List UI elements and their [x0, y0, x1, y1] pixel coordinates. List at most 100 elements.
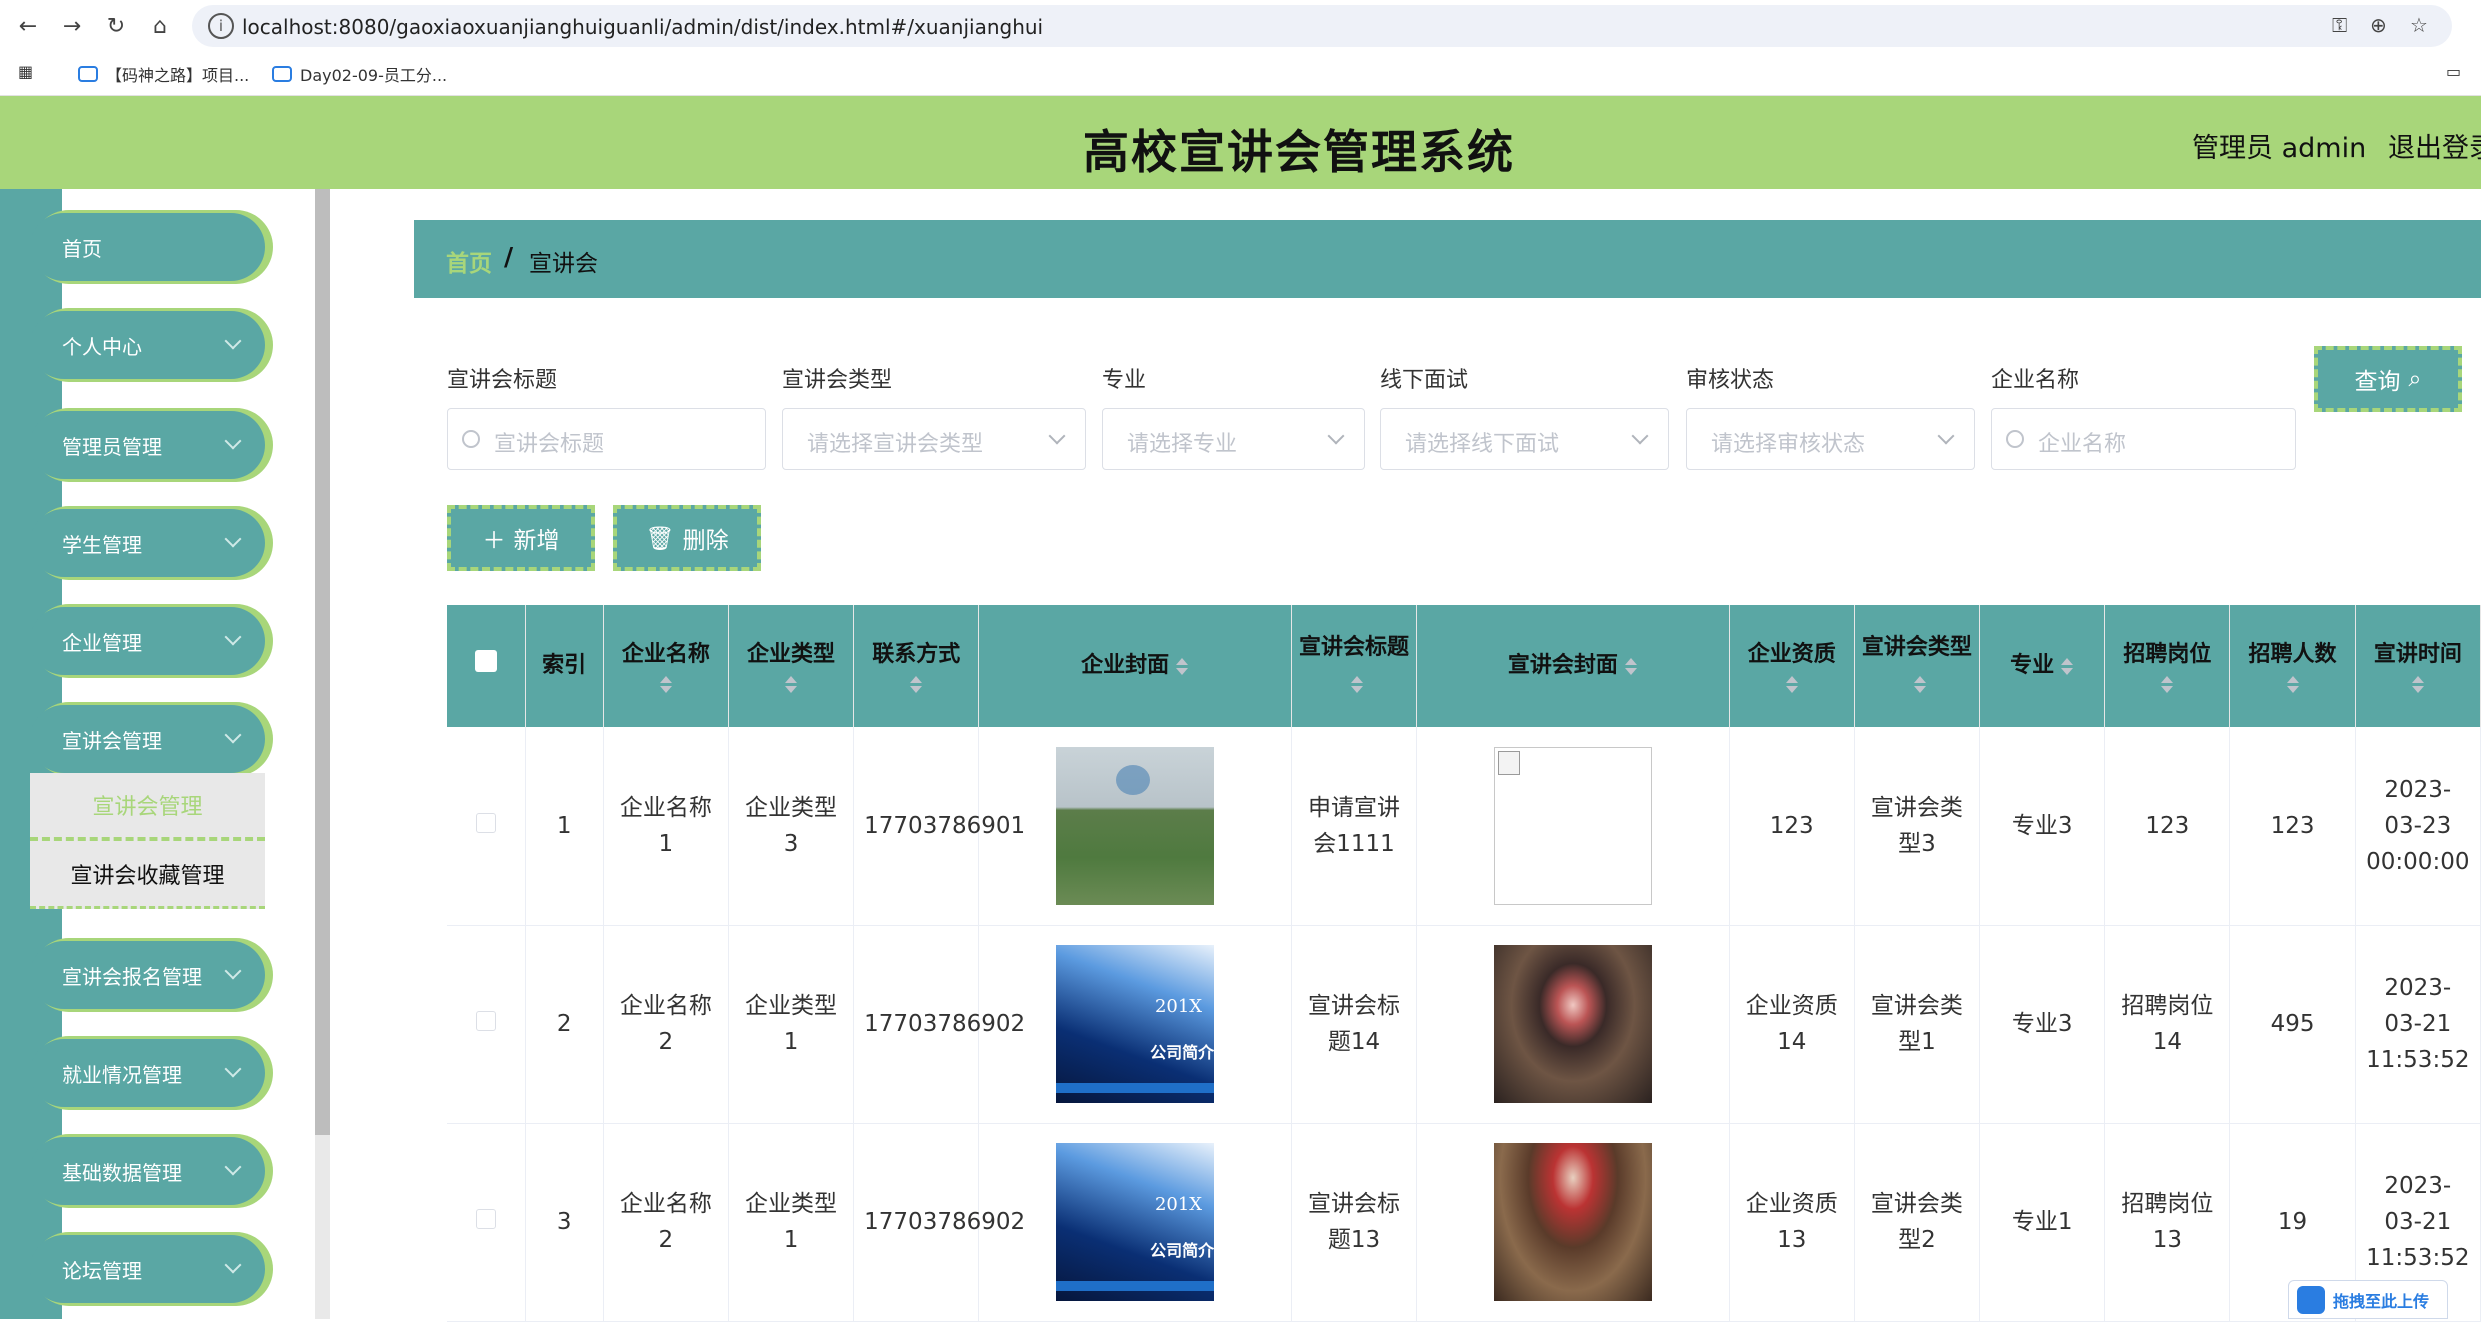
sidebar-item-student-management[interactable]: 学生管理: [30, 509, 265, 577]
table-row[interactable]: 1 企业名称1 企业类型3 17703786901 申请宣讲会1111 123 …: [447, 727, 2481, 926]
review-status-select[interactable]: 请选择审核状态: [1686, 408, 1975, 470]
sidebar-item-home[interactable]: 首页: [30, 213, 265, 281]
upload-widget[interactable]: 拖拽至此上传: [2288, 1280, 2448, 1319]
sidebar-item-registration-management[interactable]: 宣讲会报名管理: [30, 941, 265, 1009]
col-time[interactable]: 宣讲时间: [2355, 605, 2481, 727]
sort-icon[interactable]: [1785, 675, 1799, 693]
apps-icon[interactable]: ▦: [18, 62, 33, 81]
sidebar-item-label: 论坛管理: [62, 1258, 142, 1283]
cell-major: 专业3: [1979, 925, 2106, 1124]
cell-company-type: 企业类型3: [728, 727, 855, 926]
major-select[interactable]: 请选择专业: [1102, 408, 1365, 470]
logout-link[interactable]: 退出登录: [2388, 126, 2481, 165]
site-info-icon[interactable]: i: [208, 13, 234, 39]
star-icon[interactable]: ☆: [2410, 13, 2428, 37]
offline-interview-select[interactable]: 请选择线下面试: [1380, 408, 1669, 470]
talk-cover-image[interactable]: [1493, 1143, 1652, 1301]
trash-icon: 🗑: [645, 525, 675, 552]
sidebar-scrollbar-thumb[interactable]: [315, 189, 330, 1135]
cell-talk-type: 宣讲会类型1: [1854, 925, 1981, 1124]
sort-icon[interactable]: [784, 675, 798, 693]
query-button[interactable]: 查询 ⌕: [2314, 346, 2462, 412]
zoom-icon[interactable]: ⊕: [2370, 13, 2387, 37]
company-cover-image[interactable]: 201X 公司简介: [1056, 945, 1214, 1103]
sidebar-item-company-management[interactable]: 企业管理: [30, 607, 265, 675]
select-all-cell[interactable]: [447, 605, 526, 727]
sidebar-item-personal-center[interactable]: 个人中心: [30, 311, 265, 379]
col-label: 联系方式: [872, 641, 961, 667]
select-all-checkbox[interactable]: [474, 650, 497, 672]
select-placeholder: 请选择宣讲会类型: [807, 432, 984, 457]
sort-icon[interactable]: [2286, 675, 2300, 693]
broken-image-icon[interactable]: [1493, 746, 1652, 905]
sidebar-item-employment-management[interactable]: 就业情况管理: [30, 1039, 265, 1107]
col-post[interactable]: 招聘岗位: [2104, 605, 2231, 727]
sidebar-item-admin-management[interactable]: 管理员管理: [30, 411, 265, 479]
cell-post: 招聘岗位13: [2104, 1123, 2231, 1322]
add-button[interactable]: ＋ 新增: [447, 505, 595, 571]
sort-icon[interactable]: [1913, 673, 1927, 696]
company-search-input[interactable]: 企业名称: [1991, 408, 2296, 470]
row-select-cell[interactable]: [447, 925, 526, 1124]
table-row[interactable]: 2 企业名称2 企业类型1 17703786902 201X 公司简介 宣讲会标…: [447, 925, 2481, 1124]
cell-post: 123: [2104, 727, 2231, 926]
cover-year-text: 201X: [1154, 1194, 1203, 1215]
col-company-cover[interactable]: 企业封面: [978, 605, 1292, 727]
bookmark-item[interactable]: Day02-09-员工分...: [272, 62, 447, 86]
col-label: 索引: [542, 653, 587, 678]
col-company-type[interactable]: 企业类型: [728, 605, 855, 727]
sort-icon[interactable]: [2411, 675, 2425, 693]
company-cover-image[interactable]: [1056, 746, 1215, 905]
row-select-cell[interactable]: [447, 1123, 526, 1322]
sort-icon[interactable]: [1350, 673, 1364, 696]
sidebar-item-label: 宣讲会报名管理: [62, 964, 202, 989]
title-search-input[interactable]: 宣讲会标题: [447, 408, 766, 470]
col-major[interactable]: 专业: [1979, 605, 2106, 727]
sidebar-item-label: 学生管理: [62, 532, 142, 557]
submenu-talk-favorites[interactable]: 宣讲会收藏管理: [30, 841, 265, 909]
row-checkbox[interactable]: [475, 812, 496, 833]
col-phone[interactable]: 联系方式: [853, 605, 980, 727]
sidebar-item-talk-management[interactable]: 宣讲会管理: [30, 705, 265, 773]
select-placeholder: 请选择专业: [1127, 432, 1238, 457]
row-checkbox[interactable]: [475, 1011, 496, 1031]
submenu-talk-management[interactable]: 宣讲会管理: [30, 773, 265, 841]
breadcrumb-home[interactable]: 首页: [446, 244, 492, 278]
talk-cover-image[interactable]: [1493, 945, 1652, 1103]
row-checkbox[interactable]: [475, 1209, 496, 1229]
company-cover-image[interactable]: 201X 公司简介: [1056, 1143, 1214, 1301]
sidebar-item-forum-management[interactable]: 论坛管理: [30, 1235, 265, 1303]
home-icon[interactable]: ⌂: [144, 10, 176, 42]
col-talk-type[interactable]: 宣讲会类型: [1854, 605, 1981, 727]
cell-company: 企业名称2: [603, 925, 729, 1124]
folder-icon[interactable]: ▭: [2446, 62, 2461, 81]
delete-button[interactable]: 🗑 删除: [613, 505, 761, 571]
url-text[interactable]: localhost:8080/gaoxiaoxuanjianghuiguanli…: [242, 15, 1043, 39]
col-count[interactable]: 招聘人数: [2229, 605, 2356, 727]
sort-icon[interactable]: [1624, 655, 1638, 678]
address-bar[interactable]: i localhost:8080/gaoxiaoxuanjianghuiguan…: [192, 5, 2452, 47]
sort-icon[interactable]: [1175, 655, 1189, 678]
sort-icon[interactable]: [659, 675, 673, 693]
talk-type-select[interactable]: 请选择宣讲会类型: [782, 408, 1086, 470]
col-company[interactable]: 企业名称: [603, 605, 729, 727]
col-talk-title[interactable]: 宣讲会标题: [1291, 605, 1418, 727]
reload-icon[interactable]: ↻: [100, 10, 132, 42]
sort-icon[interactable]: [909, 675, 923, 693]
forward-icon[interactable]: →: [56, 10, 88, 42]
sort-icon[interactable]: [2160, 675, 2174, 693]
key-icon[interactable]: ⚿: [2332, 13, 2347, 37]
sidebar-item-base-data-management[interactable]: 基础数据管理: [30, 1137, 265, 1205]
col-label: 企业资质: [1747, 641, 1836, 667]
breadcrumb: 首页 / 宣讲会: [414, 220, 2481, 298]
current-user: 管理员 admin: [2192, 133, 2367, 164]
table-row[interactable]: 3 企业名称2 企业类型1 17703786902 201X 公司简介 宣讲会标…: [447, 1123, 2481, 1322]
row-select-cell[interactable]: [447, 727, 526, 926]
col-talk-cover[interactable]: 宣讲会封面: [1416, 605, 1730, 727]
col-qualification[interactable]: 企业资质: [1729, 605, 1855, 727]
sort-icon[interactable]: [2060, 655, 2074, 678]
back-icon[interactable]: ←: [12, 10, 44, 42]
cell-company-cover: 201X 公司简介: [978, 1123, 1292, 1322]
plus-icon: ＋: [482, 528, 506, 554]
bookmark-item[interactable]: 【码神之路】项目...: [78, 62, 249, 86]
